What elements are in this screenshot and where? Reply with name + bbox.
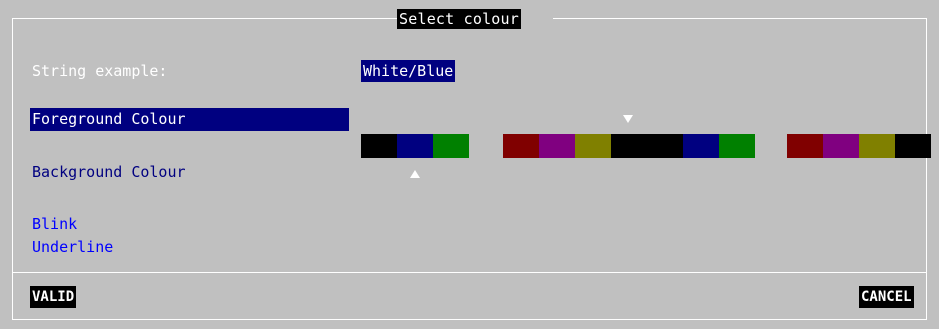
colour-swatch[interactable] xyxy=(433,134,469,158)
frame-left xyxy=(12,18,13,320)
colour-swatch[interactable] xyxy=(361,134,397,158)
colour-swatch[interactable] xyxy=(719,134,755,158)
frame-right xyxy=(926,18,927,320)
foreground-marker-icon xyxy=(623,115,633,123)
colour-swatch[interactable] xyxy=(787,134,823,158)
blink-option[interactable]: Blink xyxy=(32,214,77,234)
colour-swatch[interactable] xyxy=(397,134,433,158)
colour-swatch[interactable] xyxy=(575,134,611,158)
colour-swatch[interactable] xyxy=(539,134,575,158)
dialog-title: Select colour xyxy=(397,9,521,29)
frame-top-right xyxy=(553,18,927,19)
frame-bottom xyxy=(12,319,927,320)
colour-swatch[interactable] xyxy=(611,134,647,158)
colour-swatch[interactable] xyxy=(823,134,859,158)
colour-swatch[interactable] xyxy=(503,134,539,158)
colour-swatch[interactable] xyxy=(683,134,719,158)
colour-swatch[interactable] xyxy=(647,134,683,158)
colour-swatch[interactable] xyxy=(859,134,895,158)
valid-button[interactable]: VALID xyxy=(30,286,77,308)
colour-swatch[interactable] xyxy=(895,134,931,158)
frame-divider xyxy=(12,272,927,273)
background-colour-option[interactable]: Background Colour xyxy=(32,162,186,182)
frame-top-left xyxy=(12,18,397,19)
background-marker-icon xyxy=(410,170,420,178)
string-example-preview: White/Blue xyxy=(361,60,456,82)
underline-option[interactable]: Underline xyxy=(32,237,113,257)
cancel-button[interactable]: CANCEL xyxy=(859,286,914,308)
foreground-colour-option[interactable]: Foreground Colour xyxy=(30,108,349,131)
string-example-label: String example: xyxy=(32,62,168,80)
